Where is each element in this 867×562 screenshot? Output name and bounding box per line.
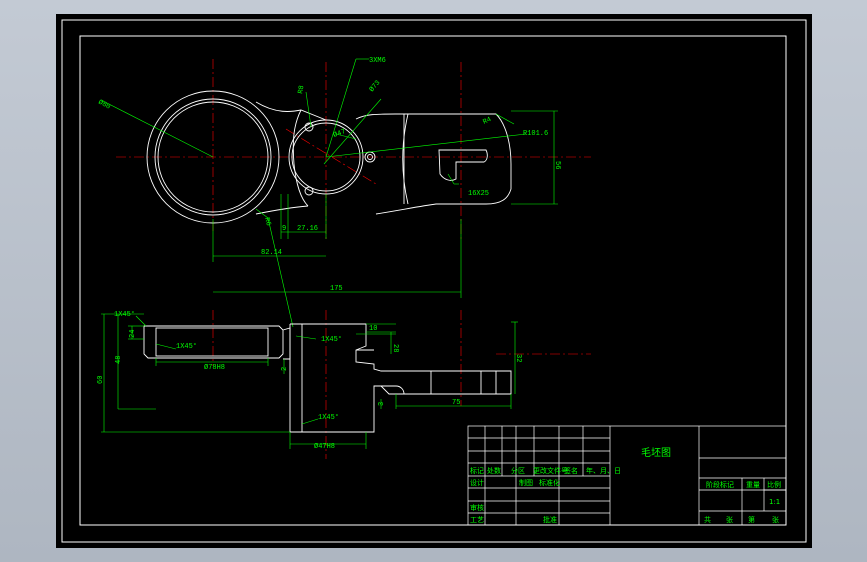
label-stage: 阶段标记 xyxy=(706,480,734,489)
label-sign: 制图 xyxy=(519,478,533,487)
dim-60: 60 xyxy=(97,376,105,384)
dim-holes: 3XM6 xyxy=(369,57,386,65)
scale-value: 1:1 xyxy=(769,498,780,506)
label-sheet-unit: 张 xyxy=(772,515,779,524)
title-block-grid xyxy=(467,425,787,526)
label-zone: 分区 xyxy=(511,466,525,475)
label-mark: 标记 xyxy=(470,466,484,475)
dim-75: 75 xyxy=(452,399,460,407)
dim-slot: 16X25 xyxy=(468,190,489,198)
dim-28: 28 xyxy=(391,344,399,352)
label-scale: 比例 xyxy=(767,480,781,489)
dim-32: 32 xyxy=(514,354,522,362)
label-weight: 重量 xyxy=(746,481,760,489)
dim-82: 82.14 xyxy=(261,249,282,257)
dim-27: 27.16 xyxy=(297,225,318,233)
dim-9: 9 xyxy=(282,225,286,233)
dim-d-left-circle: Ø80 xyxy=(97,98,112,112)
label-review: 审核 xyxy=(470,503,484,512)
label-count: 处数 xyxy=(487,466,501,475)
cad-drawing: Ø80 3XM6 R8 Ø73 Ø47 R4 R101.6 56 16X25 R… xyxy=(61,19,807,543)
label-process: 工艺 xyxy=(470,516,484,524)
dim-d-bottom: Ø78H8 xyxy=(204,363,225,372)
label-standard: 标准化 xyxy=(539,478,560,487)
dim-3: 3 xyxy=(378,402,386,406)
drawing-title: 毛坯图 xyxy=(641,447,671,459)
dim-48: 48 xyxy=(115,356,123,364)
dim-chamfer-bot: 1X45° xyxy=(318,413,339,422)
dim-d-boss: Ø47H8 xyxy=(314,442,335,451)
dim-height: 56 xyxy=(553,161,561,169)
dim-2: 2 xyxy=(281,367,289,371)
label-approve: 批准 xyxy=(543,515,557,524)
label-date: 年、月、日 xyxy=(586,466,621,475)
dim-r-end: R101.6 xyxy=(523,130,548,138)
dim-chamfer-in: 1X45° xyxy=(176,342,197,351)
title-block[interactable]: 毛坯图 标记 处数 分区 更改文件号 签名 年、月、日 设计 制图 标准化 审核… xyxy=(467,425,787,526)
top-view: Ø80 3XM6 R8 Ø73 Ø47 R4 R101.6 56 16X25 R… xyxy=(97,57,591,328)
drawing-viewport[interactable]: Ø80 3XM6 R8 Ø73 Ø47 R4 R101.6 56 16X25 R… xyxy=(56,14,812,548)
front-view: 1X45° 24 1X45° 48 60 Ø78H8 1X45° 2 10 28… xyxy=(97,310,591,459)
label-change-doc: 更改文件号 xyxy=(533,466,568,475)
top-view-centerlines xyxy=(116,59,591,239)
label-signature: 签名 xyxy=(564,466,578,475)
dim-chamfer-top: 1X45° xyxy=(114,310,135,319)
dim-chamfer-mid: 1X45° xyxy=(321,335,342,344)
dim-10: 10 xyxy=(369,325,377,333)
dim-r-large: R4 xyxy=(482,116,493,127)
front-view-dimensions xyxy=(101,313,518,449)
dim-175: 175 xyxy=(330,285,343,293)
label-sheet-no: 第 xyxy=(748,515,755,524)
outer-border xyxy=(61,19,807,543)
dim-d-mid: Ø73 xyxy=(367,78,382,93)
dim-r-small: R8 xyxy=(297,85,306,95)
dim-24: 24 xyxy=(129,330,137,338)
label-design: 设计 xyxy=(470,478,484,487)
label-sheet-of: 张 xyxy=(726,515,733,524)
dim-r-web: R6 xyxy=(262,217,272,227)
label-sheet-total: 共 xyxy=(704,515,711,524)
